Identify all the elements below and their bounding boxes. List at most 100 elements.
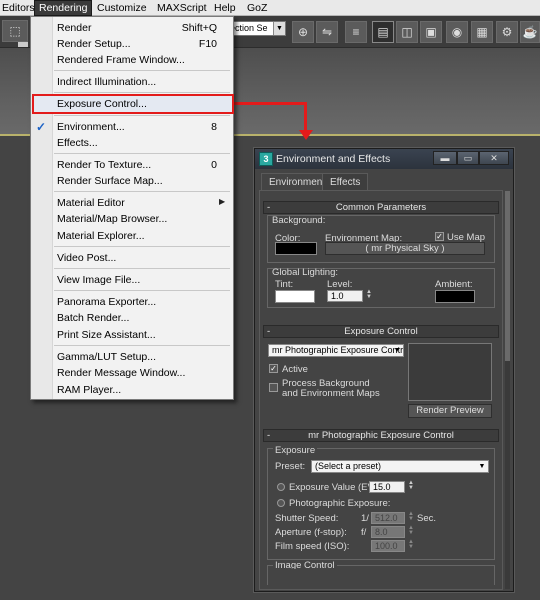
minimize-button[interactable]: ▬ <box>433 151 457 165</box>
level-spinner-arrows-icon[interactable]: ▲ ▼ <box>365 289 373 302</box>
process-background-label-line2: and Environment Maps <box>282 388 380 399</box>
graphite-icon[interactable]: ◫ <box>396 21 418 43</box>
named-selection-icon[interactable]: ⊕ <box>292 21 314 43</box>
tab-effects[interactable]: Effects <box>322 173 369 191</box>
menu-item-material-editor[interactable]: Material Editor <box>57 196 125 210</box>
menu-item-print-size-assistant[interactable]: Print Size Assistant... <box>57 328 156 342</box>
aperture-spinner-icon[interactable]: ▲ ▼ <box>407 525 415 538</box>
ambient-color-swatch[interactable] <box>435 290 475 303</box>
menu-item-render-to-texture-shortcut: 0 <box>211 159 217 171</box>
film-speed-field[interactable]: 100.0 <box>371 540 405 552</box>
menu-editors[interactable]: Editors <box>0 1 39 15</box>
preset-dropdown[interactable]: (Select a preset) <box>311 460 489 473</box>
shutter-speed-field[interactable]: 512.0 <box>371 512 405 524</box>
menu-item-gamma-lut-setup[interactable]: Gamma/LUT Setup... <box>57 350 156 364</box>
tint-color-swatch[interactable] <box>275 290 315 303</box>
active-checkbox[interactable]: ✓ <box>269 364 278 373</box>
menu-maxscript[interactable]: MAXScript <box>153 1 211 15</box>
close-button[interactable]: ✕ <box>479 151 509 165</box>
menu-item-batch-render[interactable]: Batch Render... <box>57 311 129 325</box>
photographic-exposure-label: Photographic Exposure: <box>289 498 391 509</box>
checkmark-icon: ✓ <box>36 120 47 134</box>
film-speed-label: Film speed (ISO): <box>275 541 350 552</box>
environment-map-button[interactable]: ( mr Physical Sky ) <box>325 242 485 255</box>
menu-item-material-map-browser[interactable]: Material/Map Browser... <box>57 212 167 226</box>
menu-separator <box>54 345 230 346</box>
render-preview-button[interactable]: Render Preview <box>408 404 492 418</box>
chevron-down-icon[interactable]: ▼ <box>477 461 487 472</box>
ambient-label: Ambient: <box>435 279 473 290</box>
exposure-value-label: Exposure Value (EV): <box>289 482 380 493</box>
collapse-icon: - <box>267 202 271 213</box>
menu-item-render[interactable]: Render <box>57 21 91 35</box>
level-label: Level: <box>327 279 353 290</box>
menu-separator <box>54 70 230 71</box>
menu-item-view-image-file[interactable]: View Image File... <box>57 273 140 287</box>
layer-icon[interactable]: ▤ <box>372 21 394 43</box>
shutter-spinner-icon[interactable]: ▲ ▼ <box>407 511 415 524</box>
render-icon[interactable]: ☕ <box>520 21 540 43</box>
exposure-type-dropdown[interactable]: mr Photographic Exposure Contro <box>268 344 404 357</box>
chevron-down-icon[interactable]: ▼ <box>392 345 402 356</box>
maximize-button[interactable]: ▭ <box>457 151 479 165</box>
menu-help[interactable]: Help <box>210 1 240 15</box>
menu-item-panorama-exporter[interactable]: Panorama Exporter... <box>57 295 156 309</box>
mirror-icon[interactable]: ⇋ <box>316 21 338 43</box>
menu-item-render-message-window[interactable]: Render Message Window... <box>57 366 185 380</box>
menu-bar: Editors Rendering Customize MAXScript He… <box>0 0 540 16</box>
collapse-icon: - <box>267 430 271 441</box>
material-editor-icon[interactable]: ▦ <box>471 21 493 43</box>
exposure-value-spinner-icon[interactable]: ▲ ▼ <box>407 480 415 493</box>
rollout-exposure-control[interactable]: - Exposure Control <box>263 325 499 338</box>
menu-item-ram-player[interactable]: RAM Player... <box>57 383 121 397</box>
exposure-preview-window <box>408 343 492 401</box>
menu-item-material-explorer[interactable]: Material Explorer... <box>57 229 145 243</box>
curve-editor-icon[interactable]: ▣ <box>420 21 442 43</box>
exposure-group-label: Exposure <box>273 445 318 456</box>
aperture-prefix: f/ <box>361 527 367 538</box>
menu-separator <box>54 246 230 247</box>
schematic-icon[interactable]: ◉ <box>446 21 468 43</box>
shutter-prefix: 1/ <box>361 513 369 524</box>
preset-label: Preset: <box>275 461 306 472</box>
rollout-common-parameters[interactable]: - Common Parameters <box>263 201 499 214</box>
aperture-field[interactable]: 8.0 <box>371 526 405 538</box>
menu-goz[interactable]: GoZ <box>243 1 271 15</box>
rollout-title: Common Parameters <box>335 202 427 213</box>
menu-item-render-setup[interactable]: Render Setup... <box>57 37 131 51</box>
menu-item-environment-shortcut: 8 <box>211 121 217 133</box>
rollout-title: Exposure Control <box>344 326 418 337</box>
menu-item-indirect-illumination[interactable]: Indirect Illumination... <box>57 75 156 89</box>
film-speed-spinner-icon[interactable]: ▲ ▼ <box>407 539 415 552</box>
menu-item-render-to-texture[interactable]: Render To Texture... <box>57 158 151 172</box>
menu-item-render-surface-map[interactable]: Render Surface Map... <box>57 174 163 188</box>
background-color-swatch[interactable] <box>275 242 317 255</box>
shutter-unit: Sec. <box>417 513 437 524</box>
menu-item-render-shortcut: Shift+Q <box>181 22 217 34</box>
dialog-title-bar[interactable]: 3 Environment and Effects ▬ ▭ ✕ <box>255 149 513 169</box>
chevron-down-icon[interactable]: ▼ <box>273 22 285 35</box>
app-logo-icon: 3 <box>259 152 273 166</box>
menu-customize[interactable]: Customize <box>93 1 151 15</box>
tint-label: Tint: <box>275 279 294 290</box>
level-spinner-field[interactable]: 1.0 <box>327 290 363 302</box>
align-icon[interactable]: ≡ <box>345 21 367 43</box>
menu-item-exposure-control[interactable]: Exposure Control... <box>57 97 147 111</box>
menu-separator <box>54 290 230 291</box>
image-control-label: Image Control <box>273 560 337 569</box>
photographic-exposure-radio[interactable] <box>277 499 285 507</box>
menu-item-rendered-frame-window[interactable]: Rendered Frame Window... <box>57 53 185 67</box>
exposure-value-field[interactable]: 15.0 <box>369 481 405 493</box>
rollout-mr-photographic-exposure[interactable]: - mr Photographic Exposure Control <box>263 429 499 442</box>
menu-rendering[interactable]: Rendering <box>34 0 93 16</box>
use-map-checkbox[interactable]: ✓ <box>435 232 444 241</box>
menu-item-environment[interactable]: Environment... <box>57 120 125 134</box>
menu-item-effects[interactable]: Effects... <box>57 136 98 150</box>
menu-item-video-post[interactable]: Video Post... <box>57 251 116 265</box>
exposure-value-radio[interactable] <box>277 483 285 491</box>
process-background-checkbox[interactable] <box>269 383 278 392</box>
scrollbar-thumb[interactable] <box>505 191 510 361</box>
render-setup-icon[interactable]: ⚙ <box>496 21 518 43</box>
select-region-icon[interactable]: ⬚ <box>2 20 28 42</box>
active-label: Active <box>282 364 308 375</box>
